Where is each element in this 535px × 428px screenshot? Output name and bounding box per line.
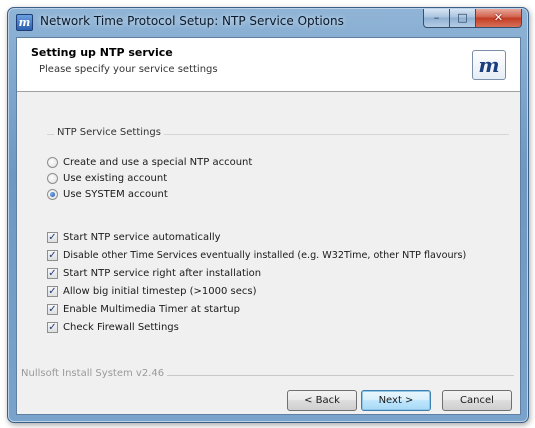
checkmark-icon[interactable]: ✓ <box>47 285 58 297</box>
checkbox-label: Start NTP service right after installati… <box>63 267 262 279</box>
title-bar[interactable]: m Network Time Protocol Setup: NTP Servi… <box>8 8 528 36</box>
radio-button[interactable] <box>47 172 58 184</box>
close-button[interactable]: ✕ <box>476 9 522 28</box>
minimize-button[interactable]: – <box>423 9 450 28</box>
checkbox-multimedia-timer[interactable]: ✓ Enable Multimedia Timer at startup <box>47 302 240 316</box>
radio-button[interactable] <box>47 156 58 168</box>
checkbox-disable-other-services[interactable]: ✓ Disable other Time Services eventually… <box>47 248 466 262</box>
installer-window: m Network Time Protocol Setup: NTP Servi… <box>7 7 529 423</box>
maximize-button[interactable]: □ <box>450 9 476 28</box>
checkbox-label: Allow big initial timestep (>1000 secs) <box>63 285 257 297</box>
page-header: Setting up NTP service Please specify yo… <box>17 38 520 92</box>
radio-label: Use SYSTEM account <box>63 188 168 200</box>
radio-button-selected[interactable] <box>47 188 58 200</box>
checkmark-icon[interactable]: ✓ <box>47 321 58 333</box>
group-title: NTP Service Settings <box>54 127 164 138</box>
checkmark-icon[interactable]: ✓ <box>47 303 58 315</box>
dialog-client-area: Setting up NTP service Please specify yo… <box>16 37 521 415</box>
back-button[interactable]: < Back <box>287 390 357 411</box>
window-title: Network Time Protocol Setup: NTP Service… <box>40 14 344 28</box>
radio-label: Use existing account <box>63 172 168 184</box>
checkbox-label: Check Firewall Settings <box>63 321 179 333</box>
checkmark-icon[interactable]: ✓ <box>47 231 58 243</box>
checkbox-start-automatically[interactable]: ✓ Start NTP service automatically <box>47 230 221 244</box>
radio-label: Create and use a special NTP account <box>63 156 253 168</box>
app-icon[interactable]: m <box>16 14 33 31</box>
checkbox-label: Enable Multimedia Timer at startup <box>63 303 240 315</box>
checkbox-firewall-settings[interactable]: ✓ Check Firewall Settings <box>47 320 179 334</box>
checkbox-label: Start NTP service automatically <box>63 231 221 243</box>
logo-icon: m <box>472 50 506 80</box>
next-button[interactable]: Next > <box>361 390 431 411</box>
checkbox-start-after-install[interactable]: ✓ Start NTP service right after installa… <box>47 266 261 280</box>
checkbox-label: Disable other Time Services eventually i… <box>63 249 467 261</box>
checkmark-icon[interactable]: ✓ <box>47 249 58 261</box>
caption-buttons: – □ ✕ <box>423 9 522 28</box>
radio-create-account[interactable]: Create and use a special NTP account <box>47 155 252 169</box>
radio-system-account[interactable]: Use SYSTEM account <box>47 187 168 201</box>
checkmark-icon[interactable]: ✓ <box>47 267 58 279</box>
page-title: Setting up NTP service <box>31 46 173 59</box>
page-subtitle: Please specify your service settings <box>39 64 218 75</box>
installer-branding: Nullsoft Install System v2.46 <box>21 368 168 379</box>
checkbox-big-timestep[interactable]: ✓ Allow big initial timestep (>1000 secs… <box>47 284 257 298</box>
radio-existing-account[interactable]: Use existing account <box>47 171 167 185</box>
cancel-button[interactable]: Cancel <box>442 390 512 411</box>
